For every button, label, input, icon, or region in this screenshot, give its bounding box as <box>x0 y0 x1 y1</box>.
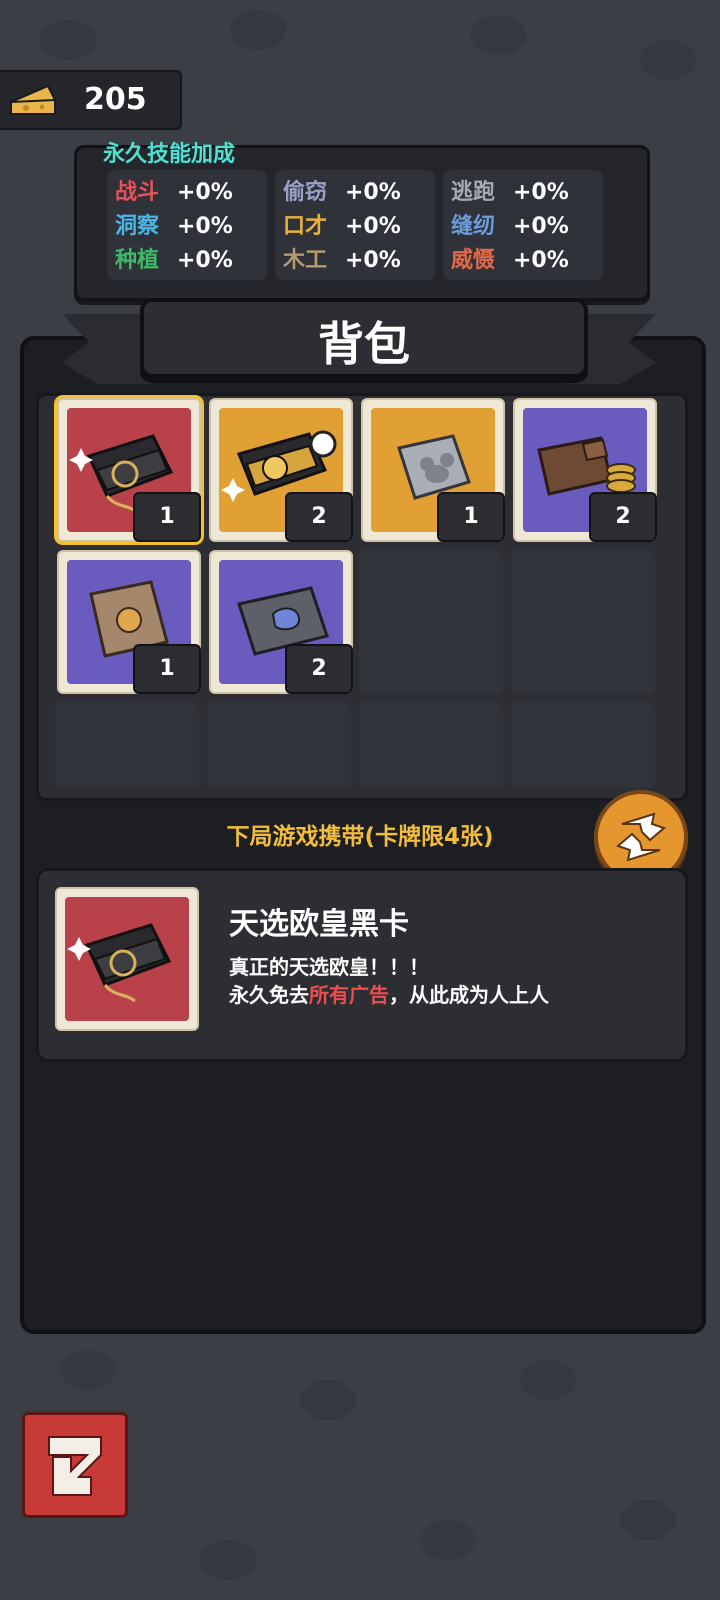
skill-name: 逃跑 <box>451 180 496 205</box>
cheese-currency-display: 205 <box>0 70 182 130</box>
backpack-title-plate: 背包 <box>140 298 588 378</box>
item-background <box>65 897 189 1021</box>
cheese-icon <box>10 84 56 115</box>
skill-row: 战斗 +0% <box>115 174 233 208</box>
item-count-badge: 2 <box>285 644 353 694</box>
description-line-1: 真正的天选欧皇！！！ <box>229 955 429 979</box>
skill-row: 洞察 +0% <box>115 208 233 242</box>
item-detail-panel: 天选欧皇黑卡 真正的天选欧皇！！！ 永久免去所有广告，从此成为人上人 <box>36 868 688 1062</box>
return-arrow-icon <box>48 1436 102 1496</box>
permanent-skill-bonus-panel: 永久技能加成 战斗 +0% 洞察 +0% 种植 +0% 偷窃 +0% 口才 +0% 木工 +… <box>74 142 650 301</box>
inventory-item[interactable]: 1 <box>57 398 201 542</box>
skill-value: +0% <box>345 248 401 273</box>
item-count-badge: 2 <box>285 492 353 542</box>
skill-name: 洞察 <box>115 214 160 239</box>
skill-row: 口才 +0% <box>283 208 401 242</box>
desc-highlight: 所有广告 <box>309 983 389 1007</box>
inventory-item[interactable]: 1 <box>361 398 505 542</box>
skill-name: 口才 <box>283 214 328 239</box>
skill-value: +0% <box>177 180 233 205</box>
detail-item-name: 天选欧皇黑卡 <box>229 907 409 942</box>
skill-name: 战斗 <box>115 180 160 205</box>
skill-value: +0% <box>345 180 401 205</box>
detail-item-description: 真正的天选欧皇！！！ 永久免去所有广告，从此成为人上人 <box>229 953 549 1009</box>
skill-name: 木工 <box>283 248 328 273</box>
skill-value: +0% <box>177 214 233 239</box>
skill-row: 种植 +0% <box>115 242 233 276</box>
skill-value: +0% <box>177 248 233 273</box>
inventory-item[interactable]: 1 <box>57 550 201 694</box>
skill-row: 偷窃 +0% <box>283 174 401 208</box>
cheese-amount: 205 <box>84 82 147 117</box>
empty-slot[interactable] <box>511 550 655 694</box>
item-count-badge: 1 <box>133 492 201 542</box>
skill-value: +0% <box>513 248 569 273</box>
inventory-item[interactable]: 2 <box>209 550 353 694</box>
skill-row: 威慑 +0% <box>451 242 569 276</box>
skill-name: 缝纫 <box>451 214 496 239</box>
empty-slot[interactable] <box>207 702 351 788</box>
empty-slot[interactable] <box>55 702 199 788</box>
empty-slot[interactable] <box>359 550 503 694</box>
skill-name: 种植 <box>115 248 160 273</box>
skill-value: +0% <box>345 214 401 239</box>
skill-column-2: 偷窃 +0% 口才 +0% 木工 +0% <box>275 170 435 280</box>
inventory-item[interactable]: 2 <box>513 398 657 542</box>
backpack-title: 背包 <box>318 317 410 371</box>
skill-value: +0% <box>513 214 569 239</box>
detail-item-card <box>55 887 199 1031</box>
item-count-badge: 1 <box>437 492 505 542</box>
empty-slot[interactable] <box>359 702 503 788</box>
desc-prefix: 永久免去 <box>229 983 309 1007</box>
skill-column-3: 逃跑 +0% 缝纫 +0% 威慑 +0% <box>443 170 603 280</box>
desc-suffix: ，从此成为人上人 <box>389 983 549 1007</box>
empty-slot[interactable] <box>511 702 655 788</box>
skill-row: 木工 +0% <box>283 242 401 276</box>
skill-column-1: 战斗 +0% 洞察 +0% 种植 +0% <box>107 170 267 280</box>
item-count-badge: 2 <box>589 492 657 542</box>
skill-name: 偷窃 <box>283 180 328 205</box>
inventory-grid: 1 2 1 2 1 2 <box>36 393 688 801</box>
skill-row: 逃跑 +0% <box>451 174 569 208</box>
inventory-item[interactable]: 2 <box>209 398 353 542</box>
skill-bonus-title: 永久技能加成 <box>103 142 236 167</box>
skill-row: 缝纫 +0% <box>451 208 569 242</box>
skill-name: 威慑 <box>451 248 496 273</box>
description-line-2: 永久免去所有广告，从此成为人上人 <box>229 981 549 1009</box>
black-card-box-icon <box>67 923 172 1003</box>
item-count-badge: 1 <box>133 644 201 694</box>
back-button[interactable] <box>22 1412 128 1518</box>
skill-value: +0% <box>513 180 569 205</box>
